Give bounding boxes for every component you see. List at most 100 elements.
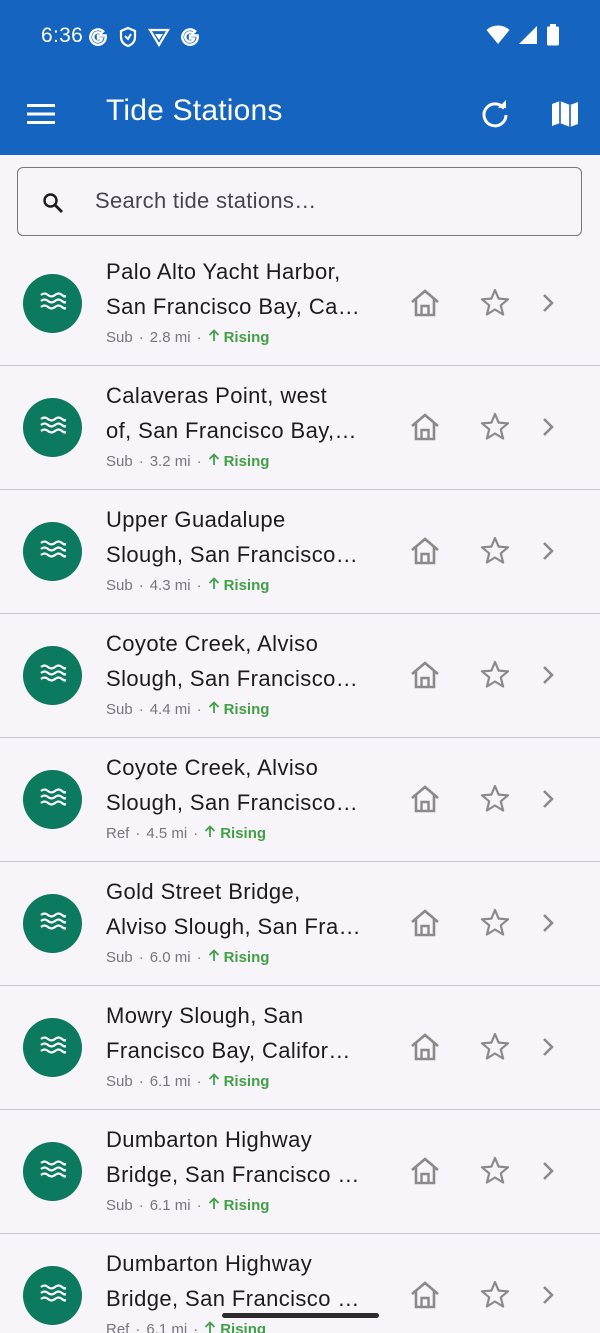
- station-name: Palo Alto Yacht Harbor, San Francisco Ba…: [106, 254, 368, 324]
- chevron-right-icon[interactable]: [537, 1283, 559, 1307]
- station-distance: 4.5 mi: [146, 825, 188, 842]
- station-name-line-2: Francisco Bay, Califor…: [106, 1038, 351, 1063]
- arrow-up-icon: [208, 1073, 224, 1090]
- search-field[interactable]: [17, 167, 582, 236]
- station-name-line-1: Upper Guadalupe: [106, 507, 286, 532]
- arrow-up-icon: [208, 577, 224, 594]
- station-type: Sub: [106, 701, 133, 718]
- meta-separator: ·: [196, 577, 202, 594]
- station-row[interactable]: Gold Street Bridge, Alviso Slough, San F…: [0, 862, 600, 986]
- station-row[interactable]: Mowry Slough, San Francisco Bay, Califor…: [0, 986, 600, 1110]
- home-icon[interactable]: [409, 784, 441, 814]
- station-list: Palo Alto Yacht Harbor, San Francisco Ba…: [0, 242, 600, 1333]
- home-icon[interactable]: [409, 536, 441, 566]
- tide-trend-label: Rising: [223, 577, 270, 594]
- station-row[interactable]: Upper Guadalupe Slough, San Francisco… S…: [0, 490, 600, 614]
- station-row[interactable]: Dumbarton Highway Bridge, San Francisco …: [0, 1110, 600, 1234]
- chevron-right-icon[interactable]: [537, 1035, 559, 1059]
- station-name-line-1: Calaveras Point, west: [106, 383, 328, 408]
- meta-separator: ·: [196, 949, 202, 966]
- wifi-icon: [486, 25, 510, 50]
- waves-icon: [39, 1035, 67, 1060]
- chevron-right-icon[interactable]: [537, 291, 559, 315]
- tide-avatar: [23, 1018, 82, 1077]
- tide-avatar: [23, 894, 82, 953]
- star-outline-icon[interactable]: [479, 287, 511, 319]
- home-icon[interactable]: [409, 908, 441, 938]
- arrow-up-icon: [208, 329, 224, 346]
- gesture-navigation-bar[interactable]: [222, 1313, 379, 1318]
- app-bar: Tide Stations: [0, 74, 600, 155]
- meta-separator: ·: [135, 1321, 141, 1333]
- station-row[interactable]: Coyote Creek, Alviso Slough, San Francis…: [0, 738, 600, 862]
- station-meta: Ref · 6.1 mi · Rising: [106, 1321, 266, 1333]
- star-outline-icon[interactable]: [479, 535, 511, 567]
- home-icon[interactable]: [409, 1280, 441, 1310]
- star-outline-icon[interactable]: [479, 907, 511, 939]
- home-icon[interactable]: [409, 288, 441, 318]
- meta-separator: ·: [196, 1073, 202, 1090]
- station-name-line-2: of, San Francisco Bay,…: [106, 418, 357, 443]
- star-outline-icon[interactable]: [479, 1031, 511, 1063]
- waves-icon: [39, 1159, 67, 1184]
- arrow-up-icon: [204, 825, 220, 842]
- meta-separator: ·: [138, 453, 144, 470]
- tide-trend-label: Rising: [223, 453, 270, 470]
- station-name: Gold Street Bridge, Alviso Slough, San F…: [106, 874, 368, 944]
- search-input[interactable]: [93, 180, 563, 222]
- chevron-right-icon[interactable]: [537, 539, 559, 563]
- waves-icon: [39, 911, 67, 936]
- arrow-up-icon: [208, 701, 224, 718]
- station-name: Coyote Creek, Alviso Slough, San Francis…: [106, 626, 368, 696]
- meta-separator: ·: [193, 1321, 199, 1333]
- tide-trend: Rising: [204, 825, 266, 842]
- station-name-line-2: Slough, San Francisco…: [106, 542, 359, 567]
- station-row[interactable]: Coyote Creek, Alviso Slough, San Francis…: [0, 614, 600, 738]
- map-icon[interactable]: [549, 99, 581, 129]
- station-name: Calaveras Point, west of, San Francisco …: [106, 378, 368, 448]
- tide-trend: Rising: [208, 577, 270, 594]
- home-icon[interactable]: [409, 1032, 441, 1062]
- station-name: Upper Guadalupe Slough, San Francisco…: [106, 502, 368, 572]
- star-outline-icon[interactable]: [479, 659, 511, 691]
- meta-separator: ·: [196, 1197, 202, 1214]
- station-meta: Sub · 3.2 mi · Rising: [106, 453, 269, 470]
- star-outline-icon[interactable]: [479, 783, 511, 815]
- station-row[interactable]: Palo Alto Yacht Harbor, San Francisco Ba…: [0, 242, 600, 366]
- home-icon[interactable]: [409, 660, 441, 690]
- google-g-icon: [180, 27, 200, 52]
- station-type: Sub: [106, 329, 133, 346]
- station-meta: Ref · 4.5 mi · Rising: [106, 825, 266, 842]
- chevron-right-icon[interactable]: [537, 663, 559, 687]
- tide-trend: Rising: [204, 1321, 266, 1333]
- arrow-up-icon: [204, 1321, 220, 1333]
- station-distance: 2.8 mi: [149, 329, 191, 346]
- refresh-icon[interactable]: [480, 99, 510, 129]
- star-outline-icon[interactable]: [479, 411, 511, 443]
- station-distance: 6.1 mi: [149, 1197, 191, 1214]
- home-icon[interactable]: [409, 412, 441, 442]
- tide-trend-label: Rising: [223, 1073, 270, 1090]
- waves-icon: [39, 415, 67, 440]
- chevron-right-icon[interactable]: [537, 787, 559, 811]
- chevron-right-icon[interactable]: [537, 415, 559, 439]
- station-meta: Sub · 4.3 mi · Rising: [106, 577, 269, 594]
- menu-icon[interactable]: [26, 101, 56, 127]
- station-row[interactable]: Dumbarton Highway Bridge, San Francisco …: [0, 1234, 600, 1333]
- tide-avatar: [23, 398, 82, 457]
- station-name: Dumbarton Highway Bridge, San Francisco …: [106, 1122, 368, 1192]
- tide-trend: Rising: [208, 1197, 269, 1214]
- station-name-line-1: Coyote Creek, Alviso: [106, 755, 319, 780]
- station-type: Sub: [106, 453, 133, 470]
- chevron-right-icon[interactable]: [537, 911, 559, 935]
- tide-trend-label: Rising: [220, 1321, 267, 1333]
- arrow-up-icon: [208, 949, 224, 966]
- station-row[interactable]: Calaveras Point, west of, San Francisco …: [0, 366, 600, 490]
- star-outline-icon[interactable]: [479, 1279, 511, 1311]
- home-icon[interactable]: [409, 1156, 441, 1186]
- meta-separator: ·: [138, 949, 144, 966]
- station-name-line-2: Bridge, San Francisco …: [106, 1286, 360, 1311]
- chevron-right-icon[interactable]: [537, 1159, 559, 1183]
- tide-avatar: [23, 1142, 82, 1201]
- star-outline-icon[interactable]: [479, 1155, 511, 1187]
